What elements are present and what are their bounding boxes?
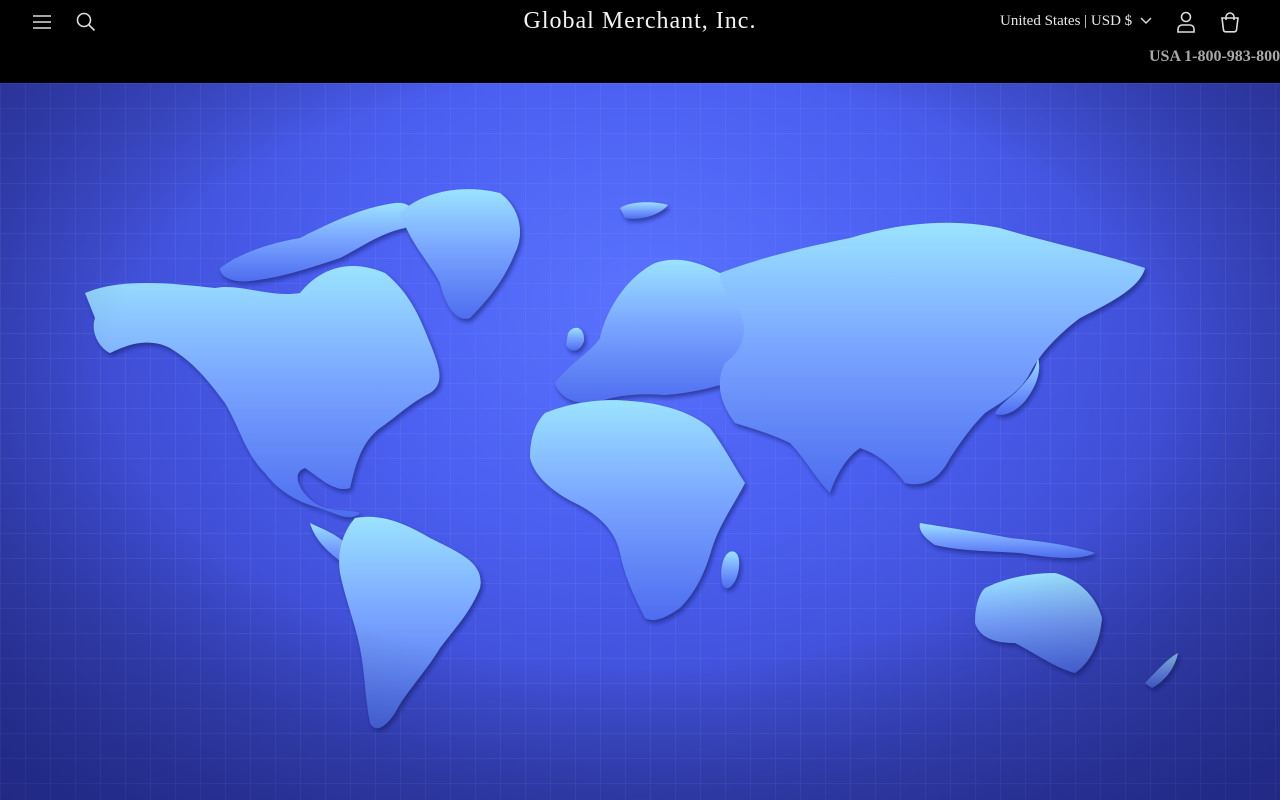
locale-selector[interactable]: United States | USD $ [1000,13,1152,30]
account-button[interactable] [1170,6,1202,38]
cart-button[interactable] [1214,6,1246,38]
hero-banner [0,83,1280,800]
announcement-text: USA 1-800-983-8000 [1149,48,1280,65]
world-map-image [0,83,1280,800]
announcement-marquee: USA 1-800-983-8000 [1149,48,1280,66]
chevron-down-icon [1140,13,1152,30]
brand-link[interactable]: Global Merchant, Inc. [524,8,757,34]
cart-icon [1219,11,1241,33]
account-icon [1176,11,1196,33]
site-header: Global Merchant, Inc. United States | US… [0,0,1280,83]
locale-label: United States | USD $ [1000,13,1133,29]
